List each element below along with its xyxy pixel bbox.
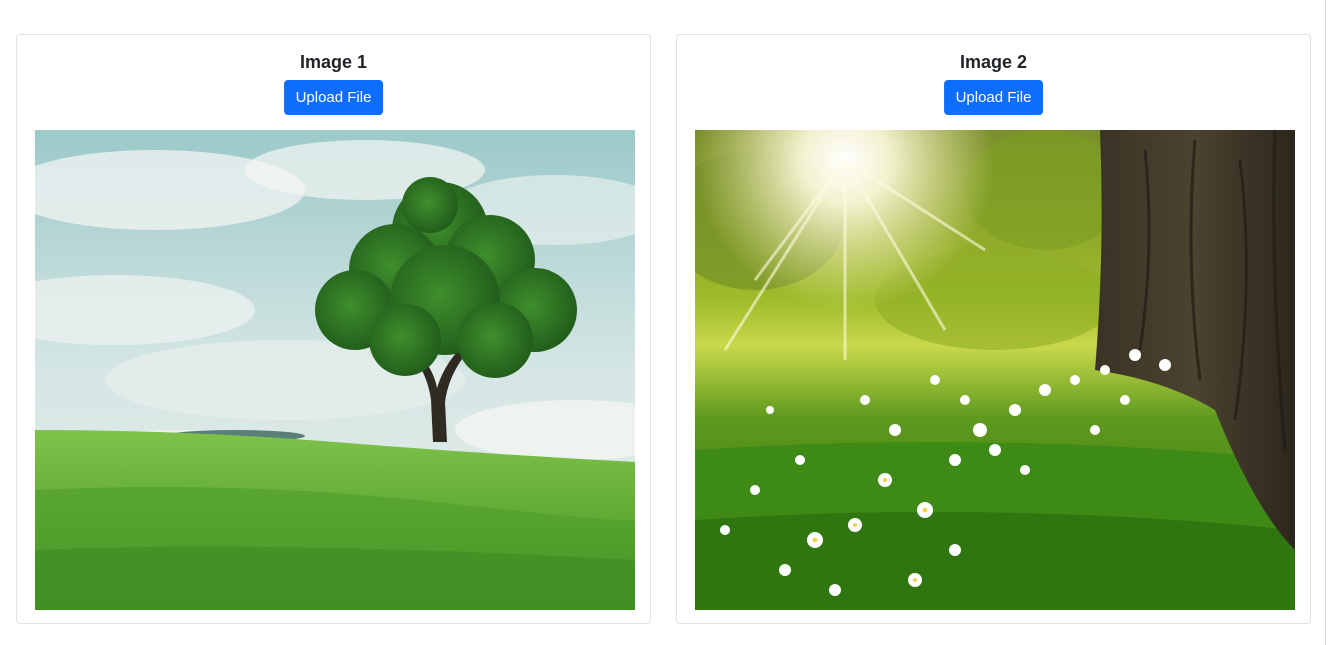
upload-file-button[interactable]: Upload File bbox=[283, 80, 384, 115]
page: Image 1 Upload File Image 2 Upload File bbox=[0, 0, 1331, 645]
image-card-1: Image 1 Upload File bbox=[16, 34, 651, 624]
tree-landscape-image bbox=[35, 130, 635, 610]
meadow-flowers-image bbox=[695, 130, 1295, 610]
card-title: Image 1 bbox=[299, 52, 368, 72]
page-edge-divider bbox=[1325, 0, 1326, 645]
card-title: Image 2 bbox=[959, 52, 1028, 72]
image-preview bbox=[35, 130, 635, 610]
image-card-2: Image 2 Upload File bbox=[676, 34, 1311, 624]
image-preview bbox=[695, 130, 1295, 610]
upload-file-button[interactable]: Upload File bbox=[943, 80, 1044, 115]
